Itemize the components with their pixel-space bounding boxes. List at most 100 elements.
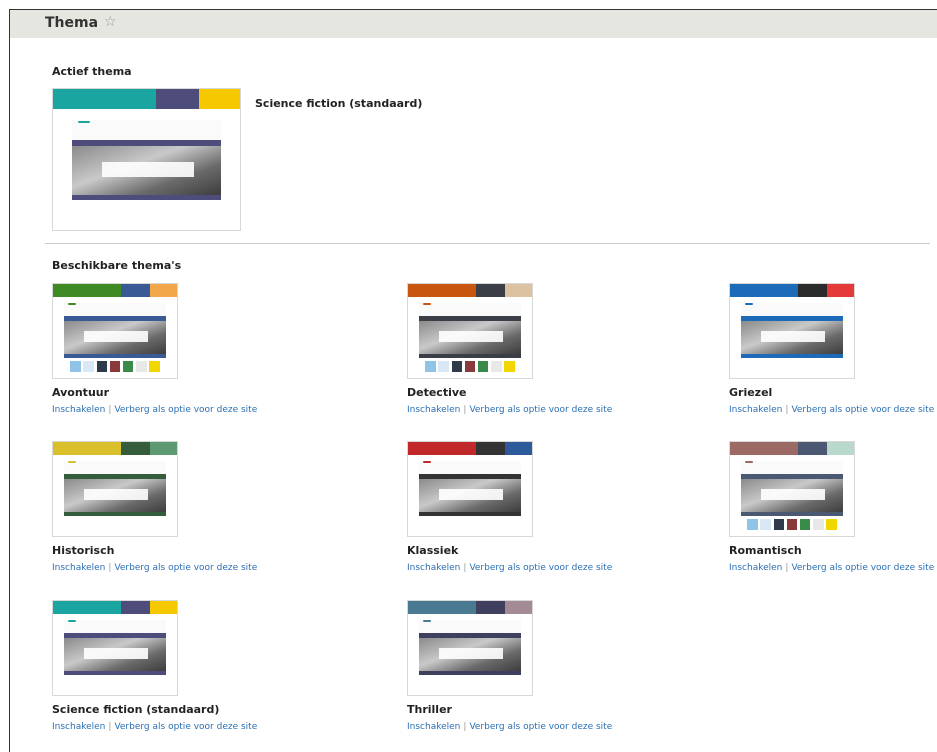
theme-color-swatch (53, 601, 122, 615)
theme-color-swatch (149, 601, 177, 615)
theme-actions: Inschakelen | Verberg als optie voor deze … (407, 405, 612, 415)
theme-preview (52, 283, 178, 379)
theme-actions: Inschakelen | Verberg als optie voor deze … (407, 722, 612, 732)
theme-color-swatch (504, 284, 532, 298)
hide-theme-link[interactable]: Verberg als optie voor deze site (114, 722, 257, 732)
link-separator: | (785, 563, 789, 573)
preview-page (419, 302, 521, 378)
theme-preview (52, 600, 178, 696)
link-separator: | (463, 563, 467, 573)
preview-logo-icon (423, 461, 432, 463)
theme-preview (52, 441, 178, 537)
preview-logo-icon (745, 303, 754, 305)
theme-actions: Inschakelen | Verberg als optie voor deze … (729, 405, 934, 415)
link-separator: | (108, 722, 112, 732)
theme-color-swatch (408, 601, 477, 615)
theme-name: Romantisch (729, 544, 802, 557)
enable-theme-link[interactable]: Inschakelen (52, 722, 105, 732)
preview-book-covers (70, 361, 160, 372)
theme-name: Detective (407, 386, 467, 399)
preview-logo-icon (423, 620, 432, 622)
page-title-bar (10, 10, 937, 38)
theme-color-swatch (476, 601, 505, 615)
enable-theme-link[interactable]: Inschakelen (52, 563, 105, 573)
theme-color-swatch (408, 442, 477, 456)
theme-actions: Inschakelen | Verberg als optie voor deze … (52, 563, 257, 573)
hide-theme-link[interactable]: Verberg als optie voor deze site (114, 563, 257, 573)
hide-theme-link[interactable]: Verberg als optie voor deze site (791, 405, 934, 415)
hide-theme-link[interactable]: Verberg als optie voor deze site (469, 405, 612, 415)
section-divider (45, 243, 930, 244)
page-title: Thema (45, 15, 99, 31)
preview-logo-icon (68, 620, 77, 622)
theme-name: Griezel (729, 386, 773, 399)
link-separator: | (108, 405, 112, 415)
theme-color-swatch (408, 284, 477, 298)
theme-preview (407, 441, 533, 537)
hide-theme-link[interactable]: Verberg als optie voor deze site (114, 405, 257, 415)
theme-color-swatch (504, 601, 532, 615)
theme-color-swatch (826, 442, 854, 456)
preview-page (419, 460, 521, 536)
theme-name: Avontuur (52, 386, 110, 399)
hide-theme-link[interactable]: Verberg als optie voor deze site (469, 722, 612, 732)
theme-name: Thriller (407, 703, 452, 716)
theme-color-swatch (798, 284, 827, 298)
theme-actions: Inschakelen | Verberg als optie voor deze … (407, 563, 612, 573)
active-theme-heading: Actief thema (52, 65, 132, 78)
enable-theme-link[interactable]: Inschakelen (729, 405, 782, 415)
preview-logo-icon (77, 120, 90, 124)
enable-theme-link[interactable]: Inschakelen (407, 722, 460, 732)
preview-logo-icon (423, 303, 432, 305)
theme-color-swatch (798, 442, 827, 456)
active-theme-name: Science fiction (standaard) (255, 97, 423, 110)
enable-theme-link[interactable]: Inschakelen (407, 563, 460, 573)
theme-color-swatch (121, 284, 150, 298)
theme-color-swatch (121, 601, 150, 615)
theme-color-swatch (198, 89, 240, 109)
top-margin (0, 0, 937, 9)
preview-page (64, 460, 166, 536)
preview-logo-icon (745, 461, 754, 463)
preview-page (741, 302, 843, 378)
theme-color-swatch (476, 284, 505, 298)
theme-actions: Inschakelen | Verberg als optie voor deze … (52, 722, 257, 732)
preview-page (64, 619, 166, 695)
theme-actions: Inschakelen | Verberg als optie voor deze … (52, 405, 257, 415)
theme-color-swatch (730, 284, 799, 298)
active-theme-preview (52, 88, 241, 231)
theme-color-swatch (155, 89, 199, 109)
theme-color-swatch (149, 284, 177, 298)
hide-theme-link[interactable]: Verberg als optie voor deze site (791, 563, 934, 573)
theme-preview (729, 283, 855, 379)
theme-color-swatch (504, 442, 532, 456)
enable-theme-link[interactable]: Inschakelen (52, 405, 105, 415)
preview-page (741, 460, 843, 536)
available-themes-heading: Beschikbare thema's (52, 259, 182, 272)
theme-color-swatch (149, 442, 177, 456)
hide-theme-link[interactable]: Verberg als optie voor deze site (469, 563, 612, 573)
preview-book-covers (747, 519, 837, 530)
frame-border-left (9, 9, 10, 752)
enable-theme-link[interactable]: Inschakelen (407, 405, 460, 415)
theme-color-swatch (476, 442, 505, 456)
preview-logo-icon (68, 303, 77, 305)
theme-preview (407, 600, 533, 696)
theme-color-swatch (53, 442, 122, 456)
theme-color-swatch (826, 284, 854, 298)
theme-preview (729, 441, 855, 537)
preview-page (71, 120, 222, 230)
link-separator: | (108, 563, 112, 573)
preview-book-covers (425, 361, 515, 372)
link-separator: | (463, 722, 467, 732)
theme-name: Klassiek (407, 544, 459, 557)
theme-color-swatch (121, 442, 150, 456)
preview-page (64, 302, 166, 378)
preview-logo-icon (68, 461, 77, 463)
enable-theme-link[interactable]: Inschakelen (729, 563, 782, 573)
theme-name: Science fiction (standaard) (52, 703, 220, 716)
preview-page (419, 619, 521, 695)
link-separator: | (463, 405, 467, 415)
theme-color-swatch (730, 442, 799, 456)
favorite-star-icon[interactable]: ☆ (104, 14, 117, 30)
